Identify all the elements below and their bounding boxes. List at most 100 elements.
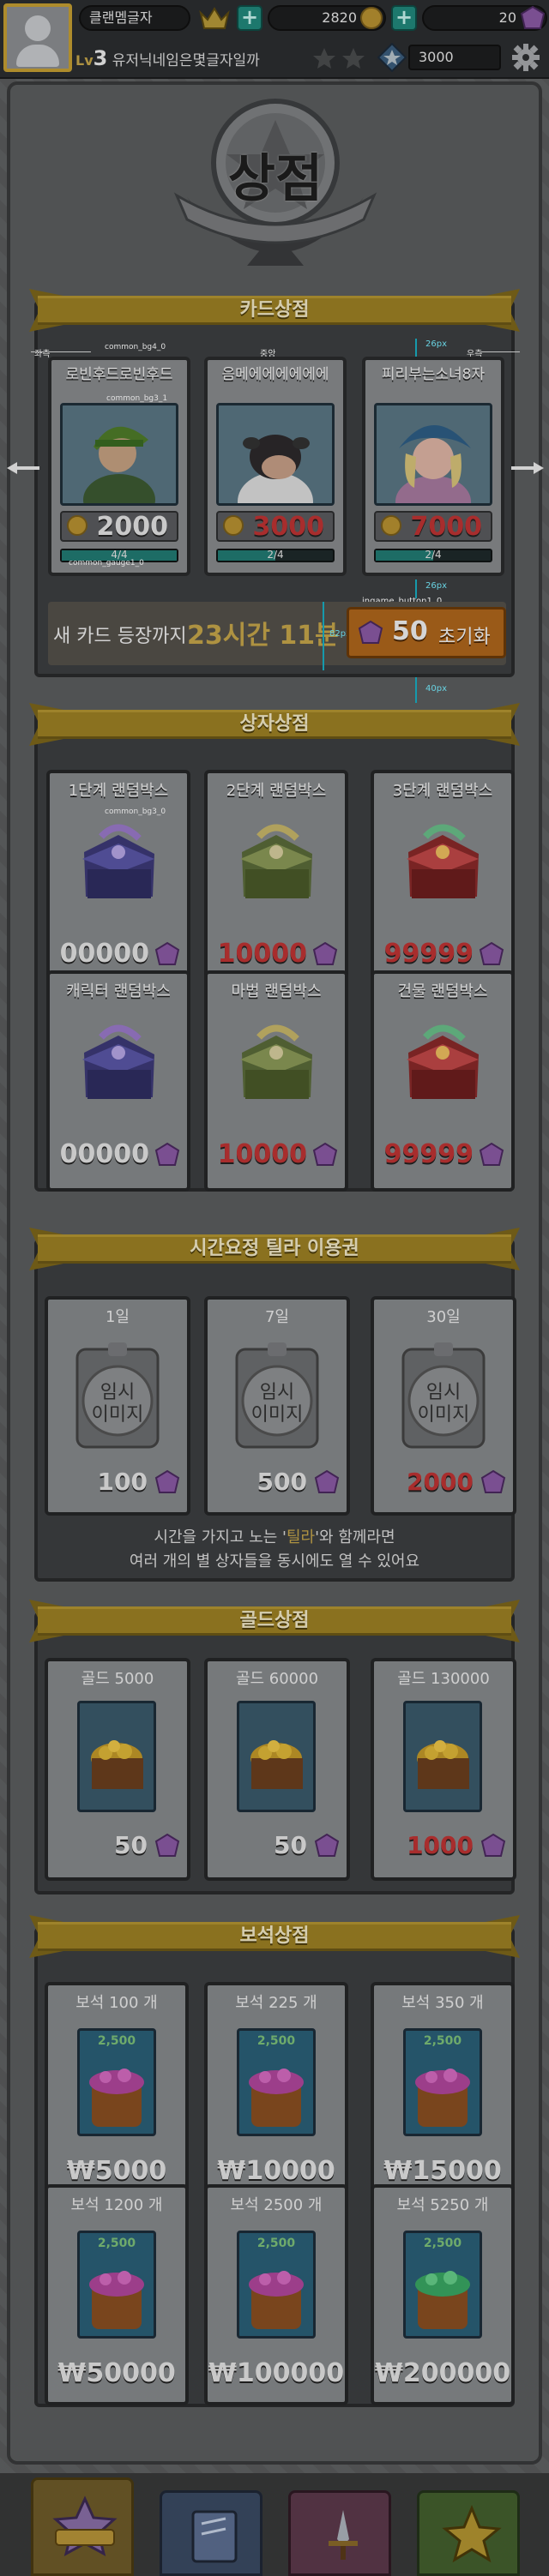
desc-highlight: 틸라 — [286, 1528, 316, 1546]
chest-icon — [82, 1024, 154, 1099]
gem-item-6[interactable]: 보석 5250 개 2,500 ₩200000 — [371, 2184, 515, 2405]
gem-barrel-icon: 2,500 — [77, 2028, 156, 2136]
card-price: 3000 — [252, 512, 325, 542]
card-item-1[interactable]: 로빈후드로빈후드 common_bg3_1 2000 4/4 — [48, 357, 190, 576]
card-item-2[interactable]: 음메에에에에에에 3000 2/4 — [204, 357, 347, 576]
ticket-item-1[interactable]: 1일 임시 이미지 100 — [45, 1296, 190, 1516]
box-item-2[interactable]: 2단계 랜덤박스 10000 — [204, 770, 348, 991]
tab-cards[interactable] — [160, 2490, 262, 2576]
gem-name: 보석 5250 개 — [396, 2196, 489, 2214]
anno-bg4: common_bg4_0 — [105, 343, 166, 351]
gem-icon — [358, 620, 383, 644]
add-crown-button[interactable]: + — [237, 5, 262, 31]
gem-name: 보석 100 개 — [75, 1994, 158, 2012]
gem-icon — [480, 1469, 506, 1493]
box-price: 99999 — [383, 939, 474, 969]
card-gauge: 2/4 — [374, 549, 492, 562]
rating-value: 3000 — [419, 49, 454, 65]
gear-icon[interactable] — [511, 43, 540, 72]
desc-part-b: '와 함께라면 — [315, 1528, 395, 1546]
gem-name: 보석 225 개 — [235, 1994, 317, 2012]
gem-item-5[interactable]: 보석 2500 개 2,500 ₩100000 — [204, 2184, 348, 2405]
measure-mark — [415, 579, 417, 598]
sword-icon — [329, 2510, 358, 2560]
gem-barrel-icon: 2,500 — [77, 2231, 156, 2339]
anno-bg3: common_bg3_1 — [106, 394, 168, 403]
gem-icon — [520, 5, 546, 29]
gem-price: ₩200000 — [374, 2358, 511, 2388]
gold-item-3[interactable]: 골드 130000 1000 — [371, 1658, 516, 1881]
box-price: 10000 — [217, 1139, 307, 1169]
add-gold-button[interactable]: + — [391, 5, 417, 31]
card-item-3[interactable]: 피리부는소녀8자 7000 2/4 — [362, 357, 504, 576]
gauge-label: 2/4 — [267, 549, 284, 561]
avatar[interactable] — [3, 3, 72, 72]
box-item-1[interactable]: 1단계 랜덤박스 common_bg3_0 00000 — [46, 770, 190, 991]
reset-button[interactable]: 50 초기화 — [347, 607, 506, 658]
card-name: 로빈후드로빈후드 — [65, 366, 173, 383]
gem-icon — [154, 941, 180, 965]
book-icon — [191, 2510, 238, 2563]
bg-stars-icon — [313, 48, 365, 69]
gem-name: 보석 1200 개 — [70, 2196, 163, 2214]
ticket-placeholder-text: 임시 이미지 — [250, 1382, 304, 1426]
card-shop-banner: 카드상점 — [29, 289, 520, 332]
rating-pill: 3000 — [408, 45, 501, 70]
measure-mark — [323, 602, 324, 670]
timer-label: 새 카드 등장까지 — [53, 626, 187, 647]
gem-barrel-icon: 2,500 — [237, 2231, 316, 2339]
box-item-6[interactable]: 건물 랜덤박스 99999 — [371, 970, 515, 1192]
gem-icon — [480, 1833, 506, 1857]
gem-tag: 2,500 — [423, 2034, 462, 2048]
gem-item-1[interactable]: 보석 100 개 2,500 ₩5000 — [45, 1982, 189, 2203]
card-price-box: 3000 — [216, 511, 335, 542]
level-row: Lv3 유저닉네임은몇글자일까 — [75, 45, 316, 72]
trophy-star-icon — [442, 2505, 502, 2563]
desc-line-2: 여러 개의 별 상자들을 동시에도 열 수 있어요 — [129, 1552, 420, 1570]
measure-mark — [415, 677, 417, 703]
page-title: 상점 — [227, 149, 323, 209]
desc-part-a: 시간을 가지고 노는 ' — [154, 1528, 287, 1546]
box-name: 마법 랜덤박스 — [231, 982, 322, 1000]
box-item-5[interactable]: 마법 랜덤박스 10000 — [204, 970, 348, 1192]
gold-shop-banner: 골드상점 — [29, 1600, 520, 1642]
gold-chest-icon — [237, 1701, 316, 1812]
coin-icon — [67, 515, 87, 536]
gold-item-2[interactable]: 골드 60000 50 — [204, 1658, 350, 1881]
gem-icon — [479, 1142, 504, 1166]
gold-name: 골드 130000 — [397, 1670, 490, 1688]
ticket-price: 500 — [256, 1468, 307, 1496]
box-name: 3단계 랜덤박스 — [392, 782, 493, 800]
gold-item-1[interactable]: 골드 5000 50 — [45, 1658, 190, 1881]
chest-icon — [407, 1024, 479, 1099]
ticket-name: 1일 — [105, 1308, 130, 1326]
tab-ranking[interactable] — [417, 2490, 520, 2576]
gold-price: 50 — [274, 1831, 307, 1859]
gem-barrel-icon: 2,500 — [403, 2028, 482, 2136]
coin-icon — [360, 7, 383, 29]
card-portrait — [216, 403, 335, 506]
gem-item-2[interactable]: 보석 225 개 2,500 ₩10000 — [204, 1982, 348, 2203]
gold-name: 골드 5000 — [81, 1670, 154, 1688]
gem-item-3[interactable]: 보석 350 개 2,500 ₩15000 — [371, 1982, 515, 2203]
ticket-shop-banner: 시간요정 틸라 이용권 — [29, 1228, 520, 1270]
gem-price: ₩50000 — [57, 2358, 176, 2388]
box-item-3[interactable]: 3단계 랜덤박스 99999 — [371, 770, 515, 991]
ticket-item-2[interactable]: 7일 임시 이미지 500 — [204, 1296, 350, 1516]
ticket-item-3[interactable]: 30일 임시 이미지 2000 — [371, 1296, 516, 1516]
card-portrait — [60, 403, 178, 506]
gem-item-4[interactable]: 보석 1200 개 2,500 ₩50000 — [45, 2184, 189, 2405]
gem-icon — [314, 1469, 340, 1493]
gem-barrel-icon: 2,500 — [403, 2231, 482, 2339]
anno-gap-40: 40px — [425, 684, 447, 694]
gem-price: ₩5000 — [66, 2156, 167, 2186]
gem-price: ₩15000 — [383, 2156, 502, 2186]
anno-gauge: common_gauge1_0 — [69, 559, 144, 567]
tab-battle[interactable] — [288, 2490, 391, 2576]
card-name: 음메에에에에에에 — [221, 366, 329, 383]
box-item-4[interactable]: 캐릭터 랜덤박스 00000 — [46, 970, 190, 1192]
tab-shop[interactable] — [31, 2477, 134, 2576]
shop-tab-icon — [52, 2495, 118, 2556]
gem-tag: 2,500 — [256, 2237, 296, 2250]
box-shop-title: 상자상점 — [239, 713, 310, 735]
